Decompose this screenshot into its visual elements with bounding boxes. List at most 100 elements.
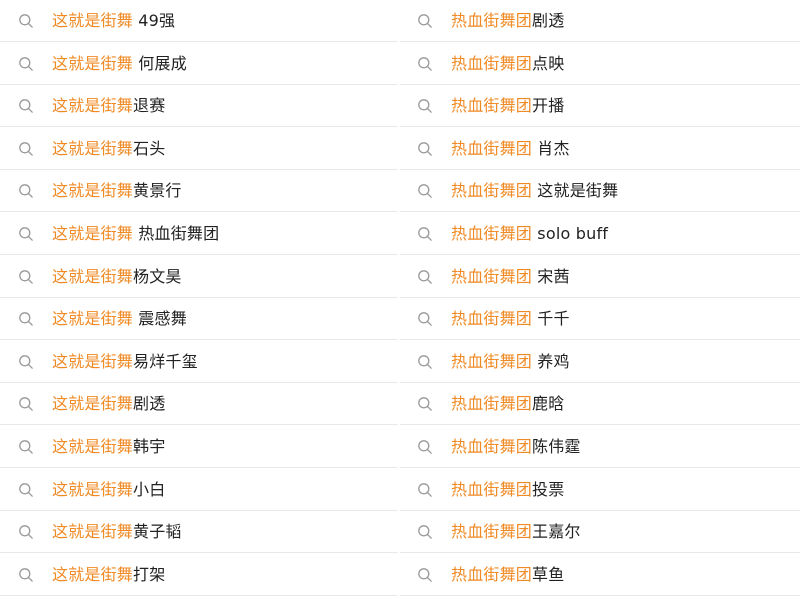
suggestion-item[interactable]: 热血街舞团开播	[400, 85, 800, 128]
suggestion-suffix: 何展成	[133, 53, 187, 73]
suggestion-text: 热血街舞团点映	[451, 54, 564, 74]
search-icon	[19, 14, 33, 28]
search-icon	[418, 354, 432, 369]
suggestion-keyword: 这就是街舞	[52, 266, 134, 286]
suggestion-text: 热血街舞团 这就是街舞	[451, 181, 618, 201]
suggestion-text: 热血街舞团 宋茜	[451, 267, 570, 287]
suggestion-keyword: 这就是街舞	[52, 351, 134, 371]
suggestion-item[interactable]: 这就是街舞退赛	[0, 85, 400, 128]
suggestion-keyword: 这就是街舞	[52, 53, 134, 73]
suggestion-item[interactable]: 这就是街舞黄景行	[0, 170, 400, 213]
suggestion-text: 这就是街舞杨文昊	[52, 267, 182, 287]
suggestion-item[interactable]: 这就是街舞易烊千玺	[0, 341, 400, 383]
suggestion-item[interactable]: 热血街舞团投票	[400, 469, 800, 511]
suggestion-keyword: 热血街舞团	[451, 138, 533, 158]
suggestion-text: 这就是街舞 49强	[52, 11, 175, 31]
suggestion-text: 这就是街舞 震感舞	[52, 309, 187, 329]
suggestion-item[interactable]: 热血街舞团 养鸡	[400, 341, 800, 383]
suggestion-list-right: 热血街舞团剧透 热血街舞团点映 热血街舞团开播 热血街舞团 肖杰 热血街舞团 这就是街舞…	[400, 0, 800, 599]
suggestion-keyword: 这就是街舞	[52, 181, 134, 201]
suggestion-item[interactable]: 这就是街舞剧透	[0, 383, 400, 426]
suggestion-text: 这就是街舞韩宇	[52, 437, 165, 457]
search-icon	[19, 141, 33, 156]
suggestion-text: 热血街舞团 千千	[451, 309, 570, 329]
suggestion-text: 热血街舞团 solo buff	[451, 224, 608, 244]
suggestion-item[interactable]: 这就是街舞杨文昊	[0, 256, 400, 298]
suggestion-text: 这就是街舞 热血街舞团	[52, 224, 219, 244]
suggestion-text: 这就是街舞小白	[52, 480, 165, 500]
suggestion-text: 热血街舞团鹿晗	[451, 394, 564, 414]
suggestion-item[interactable]: 热血街舞团陈伟霆	[400, 426, 800, 468]
suggestion-keyword: 热血街舞团	[451, 564, 533, 584]
suggestion-suffix: 剧透	[532, 11, 565, 30]
suggestion-suffix: solo buff	[532, 224, 609, 243]
suggestion-suffix: 杨文昊	[133, 266, 182, 286]
suggestion-item[interactable]: 热血街舞团 这就是街舞	[400, 170, 800, 213]
suggestion-keyword: 这就是街舞	[52, 96, 134, 116]
suggestion-text: 这就是街舞退赛	[52, 96, 165, 116]
suggestion-item[interactable]: 热血街舞团草鱼	[400, 554, 800, 596]
suggestion-keyword: 热血街舞团	[451, 11, 533, 30]
suggestion-keyword: 热血街舞团	[451, 351, 533, 371]
suggestion-text: 这就是街舞易烊千玺	[52, 352, 198, 372]
suggestion-item[interactable]: 这就是街舞 震感舞	[0, 298, 400, 341]
suggestion-suffix: 王嘉尔	[532, 522, 581, 542]
search-icon	[19, 56, 33, 71]
suggestion-list-left: 这就是街舞 49强 这就是街舞 何展成 这就是街舞退赛 这就是街舞石头 这就是街舞黄景行…	[0, 0, 400, 599]
suggestion-suffix: 韩宇	[133, 437, 166, 456]
suggestion-keyword: 这就是街舞	[52, 437, 134, 456]
suggestion-suffix: 退赛	[133, 96, 166, 116]
search-icon	[418, 184, 432, 199]
search-suggestions: 这就是街舞 49强 这就是街舞 何展成 这就是街舞退赛 这就是街舞石头 这就是街舞黄景行…	[0, 0, 800, 599]
suggestion-keyword: 热血街舞团	[451, 181, 533, 201]
suggestion-item[interactable]: 热血街舞团鹿晗	[400, 383, 800, 426]
search-icon	[19, 567, 33, 582]
suggestion-suffix: 宋茜	[532, 266, 570, 286]
suggestion-item[interactable]: 这就是街舞 热血街舞团	[0, 213, 400, 255]
suggestion-item[interactable]: 热血街舞团 宋茜	[400, 256, 800, 298]
suggestion-item[interactable]: 热血街舞团剧透	[400, 0, 800, 42]
suggestion-suffix: 草鱼	[532, 564, 565, 584]
suggestion-item[interactable]: 热血街舞团 solo buff	[400, 213, 800, 255]
suggestion-item[interactable]: 这就是街舞韩宇	[0, 426, 400, 468]
suggestion-keyword: 这就是街舞	[52, 11, 134, 30]
suggestion-keyword: 热血街舞团	[451, 53, 533, 73]
suggestion-text: 这就是街舞打架	[52, 565, 165, 585]
suggestion-keyword: 这就是街舞	[52, 309, 134, 329]
search-icon	[418, 14, 432, 28]
suggestion-text: 这就是街舞黄子韬	[52, 522, 182, 542]
suggestion-item[interactable]: 热血街舞团点映	[400, 43, 800, 85]
suggestion-text: 热血街舞团开播	[451, 96, 564, 116]
search-icon	[418, 99, 432, 114]
search-icon	[19, 440, 33, 454]
search-icon	[418, 141, 432, 156]
search-icon	[418, 397, 432, 412]
suggestion-suffix: 开播	[532, 96, 565, 116]
suggestion-item[interactable]: 热血街舞团 肖杰	[400, 128, 800, 170]
suggestion-text: 这就是街舞 何展成	[52, 54, 187, 74]
suggestion-text: 这就是街舞黄景行	[52, 181, 182, 201]
suggestion-item[interactable]: 这就是街舞 49强	[0, 0, 400, 42]
suggestion-text: 热血街舞团投票	[451, 480, 564, 500]
suggestion-item[interactable]: 这就是街舞 何展成	[0, 43, 400, 85]
suggestion-item[interactable]: 这就是街舞黄子韬	[0, 511, 400, 554]
suggestion-suffix: 热血街舞团	[133, 224, 220, 243]
search-icon	[19, 99, 33, 114]
suggestion-keyword: 这就是街舞	[52, 479, 134, 499]
suggestion-text: 热血街舞团草鱼	[451, 565, 564, 585]
suggestion-suffix: 剧透	[133, 394, 166, 414]
suggestion-item[interactable]: 这就是街舞打架	[0, 554, 400, 596]
suggestion-suffix: 打架	[133, 564, 166, 584]
suggestion-text: 热血街舞团 肖杰	[451, 139, 570, 159]
suggestion-suffix: 石头	[133, 138, 166, 158]
suggestion-text: 这就是街舞石头	[52, 139, 165, 159]
suggestion-item[interactable]: 热血街舞团 千千	[400, 298, 800, 341]
suggestion-item[interactable]: 热血街舞团王嘉尔	[400, 511, 800, 554]
search-icon	[19, 525, 33, 540]
suggestion-item[interactable]: 这就是街舞小白	[0, 469, 400, 511]
suggestion-suffix: 陈伟霆	[532, 437, 581, 456]
suggestion-item[interactable]: 这就是街舞石头	[0, 128, 400, 170]
search-icon	[418, 567, 432, 582]
suggestion-keyword: 热血街舞团	[451, 394, 533, 414]
suggestion-keyword: 这就是街舞	[52, 394, 134, 414]
